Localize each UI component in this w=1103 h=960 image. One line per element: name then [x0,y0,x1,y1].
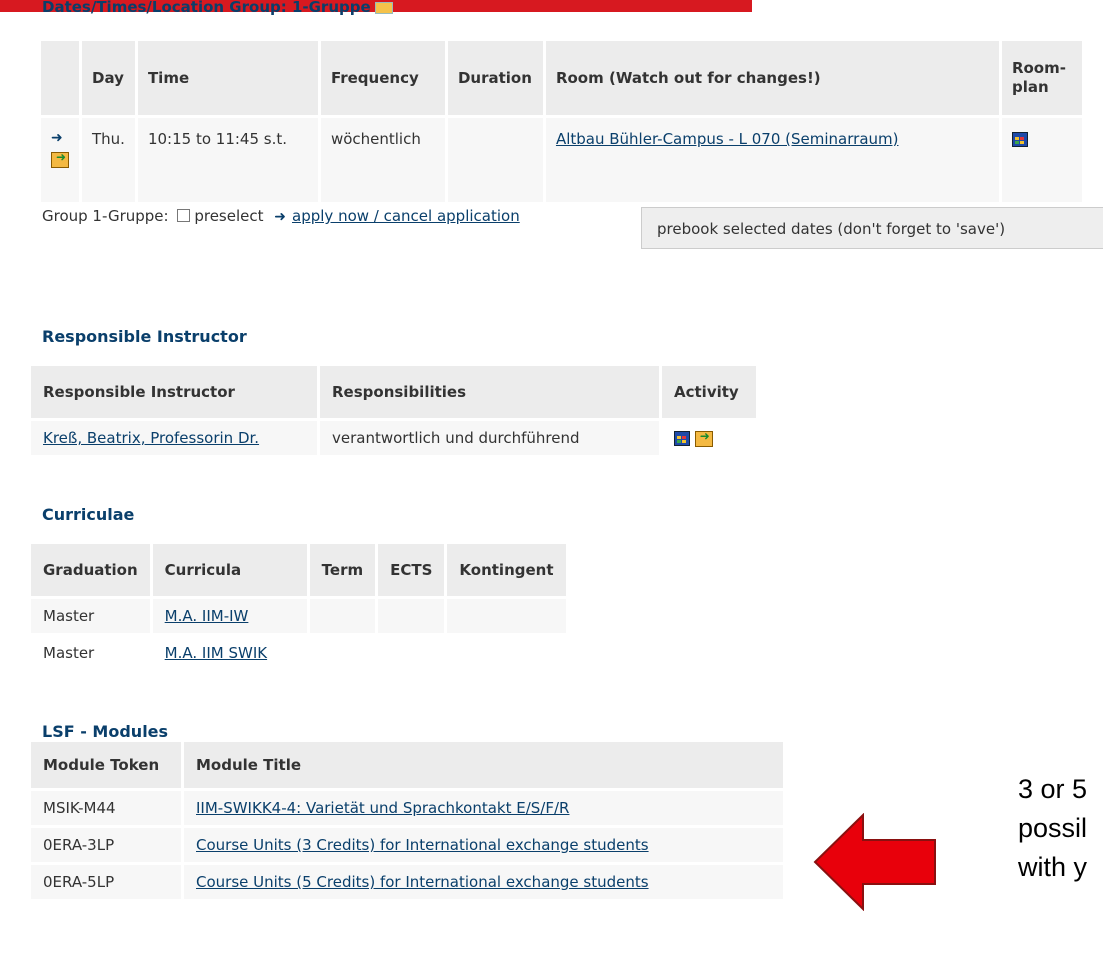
instructor-activity-cell [662,421,756,455]
arrow-right-icon[interactable]: ➜ [51,130,69,146]
curricula-term [309,599,376,633]
preselect-label: preselect [194,207,264,225]
dates-header-blank [41,41,79,115]
curricula-header-term: Term [309,544,376,596]
instructor-table: Responsible Instructor Responsibilities … [28,363,759,458]
curricula-section-title: Curriculae [42,505,135,524]
dates-roomplan-cell [1001,118,1082,202]
instructor-header-row: Responsible Instructor Responsibilities … [31,366,756,418]
module-token: 0ERA-5LP [31,865,181,899]
dates-header-frequency: Frequency [320,41,445,115]
curricula-ects [378,599,445,633]
room-plan-icon[interactable] [1011,132,1028,147]
add-to-calendar-icon[interactable] [51,150,69,168]
dates-header-row: Day Time Frequency Duration Room (Watch … [41,41,1082,115]
prebook-button[interactable]: prebook selected dates (don't forget to … [641,207,1103,249]
modules-header-title: Module Title [184,742,783,788]
module-title-link[interactable]: IIM-SWIKK4-4: Varietät und Sprachkontakt… [196,799,569,817]
annotation-line: 3 or 5 [1018,774,1088,804]
group-selection-line: Group 1-Gruppe: preselect ➜ apply now / c… [42,207,520,225]
dates-time: 10:15 to 11:45 s.t. [137,118,318,202]
dates-header-day: Day [82,41,135,115]
table-row: Kreß, Beatrix, Professorin Dr. verantwor… [31,421,756,455]
dates-row-actions: ➜ [41,118,79,202]
table-row: ➜ Thu. 10:15 to 11:45 s.t. wöchentlich A… [41,118,1082,202]
calendar-icon[interactable] [674,431,690,446]
instructor-section-title: Responsible Instructor [42,327,247,346]
table-row: 0ERA-5LP Course Units (5 Credits) for In… [31,865,783,899]
curricula-header-graduation: Graduation [31,544,150,596]
module-token: MSIK-M44 [31,791,181,825]
table-row: 0ERA-3LP Course Units (3 Credits) for In… [31,828,783,862]
curricula-header-ects: ECTS [378,544,445,596]
curricula-ects [378,636,444,670]
dates-header-room: Room (Watch out for changes!) [545,41,999,115]
module-title-cell: IIM-SWIKK4-4: Varietät und Sprachkontakt… [184,791,783,825]
modules-table: Module Token Module Title MSIK-M44 IIM-S… [28,739,786,902]
instructor-name-cell: Kreß, Beatrix, Professorin Dr. [31,421,317,455]
module-title-cell: Course Units (5 Credits) for Internation… [184,865,783,899]
table-row: MSIK-M44 IIM-SWIKK4-4: Varietät und Spra… [31,791,783,825]
dates-heading-text: Dates/Times/Location Group: 1-Gruppe [42,0,371,16]
arrow-right-icon: ➜ [274,209,287,225]
curricula-cell: M.A. IIM-IW [152,599,307,633]
apply-cancel-link[interactable]: apply now / cancel application [292,207,520,225]
curricula-header-curricula: Curricula [152,544,307,596]
annotation-arrow-icon [813,813,936,911]
annotation-arrow-shape [813,813,936,911]
curricula-graduation: Master [43,644,95,662]
dates-table: Day Time Frequency Duration Room (Watch … [38,38,1085,205]
curricula-kontingent [447,599,566,633]
dates-header-time: Time [137,41,318,115]
curricula-cell: M.A. IIM SWIK [153,636,307,670]
module-token: 0ERA-3LP [31,828,181,862]
curricula-link[interactable]: M.A. IIM-IW [165,607,249,625]
annotation-text: 3 or 5 possil with y [1018,770,1103,887]
calendar-export-icon[interactable] [374,1,393,14]
dates-header-duration: Duration [447,41,543,115]
curricula-header-kontingent: Kontingent [447,544,566,596]
curricula-link[interactable]: M.A. IIM SWIK [165,644,267,662]
table-row: Master M.A. IIM-IW [31,599,566,633]
dates-section-heading: Dates/Times/Location Group: 1-Gruppe [42,0,393,16]
curricula-term [310,636,375,670]
curricula-graduation: Master [31,599,150,633]
instructor-link[interactable]: Kreß, Beatrix, Professorin Dr. [43,429,259,447]
module-title-cell: Course Units (3 Credits) for Internation… [184,828,783,862]
dates-duration [447,118,543,202]
dates-header-roomplan: Room-plan [1001,41,1082,115]
add-to-calendar-icon[interactable] [694,429,713,447]
module-title-link[interactable]: Course Units (3 Credits) for Internation… [196,836,649,854]
instructor-header-name: Responsible Instructor [31,366,317,418]
curricula-table: Graduation Curricula Term ECTS Kontingen… [28,541,569,673]
table-row: Master M.A. IIM SWIK [31,636,566,670]
modules-header-row: Module Token Module Title [31,742,783,788]
annotation-line: with y [1018,852,1088,882]
dates-room-cell: Altbau Bühler-Campus - L 070 (Seminarrau… [545,118,999,202]
annotation-line: possil [1018,813,1088,843]
modules-header-token: Module Token [31,742,181,788]
instructor-header-responsibilities: Responsibilities [320,366,659,418]
instructor-responsibility: verantwortlich und durchführend [320,421,659,455]
room-link[interactable]: Altbau Bühler-Campus - L 070 (Seminarrau… [556,130,899,148]
curricula-kontingent [447,636,565,670]
dates-frequency: wöchentlich [320,118,445,202]
preselect-checkbox[interactable] [177,209,191,222]
module-title-link[interactable]: Course Units (5 Credits) for Internation… [196,873,649,891]
instructor-header-activity: Activity [662,366,756,418]
group-label: Group 1-Gruppe: [42,207,169,225]
dates-day: Thu. [82,118,135,202]
curricula-header-row: Graduation Curricula Term ECTS Kontingen… [31,544,566,596]
